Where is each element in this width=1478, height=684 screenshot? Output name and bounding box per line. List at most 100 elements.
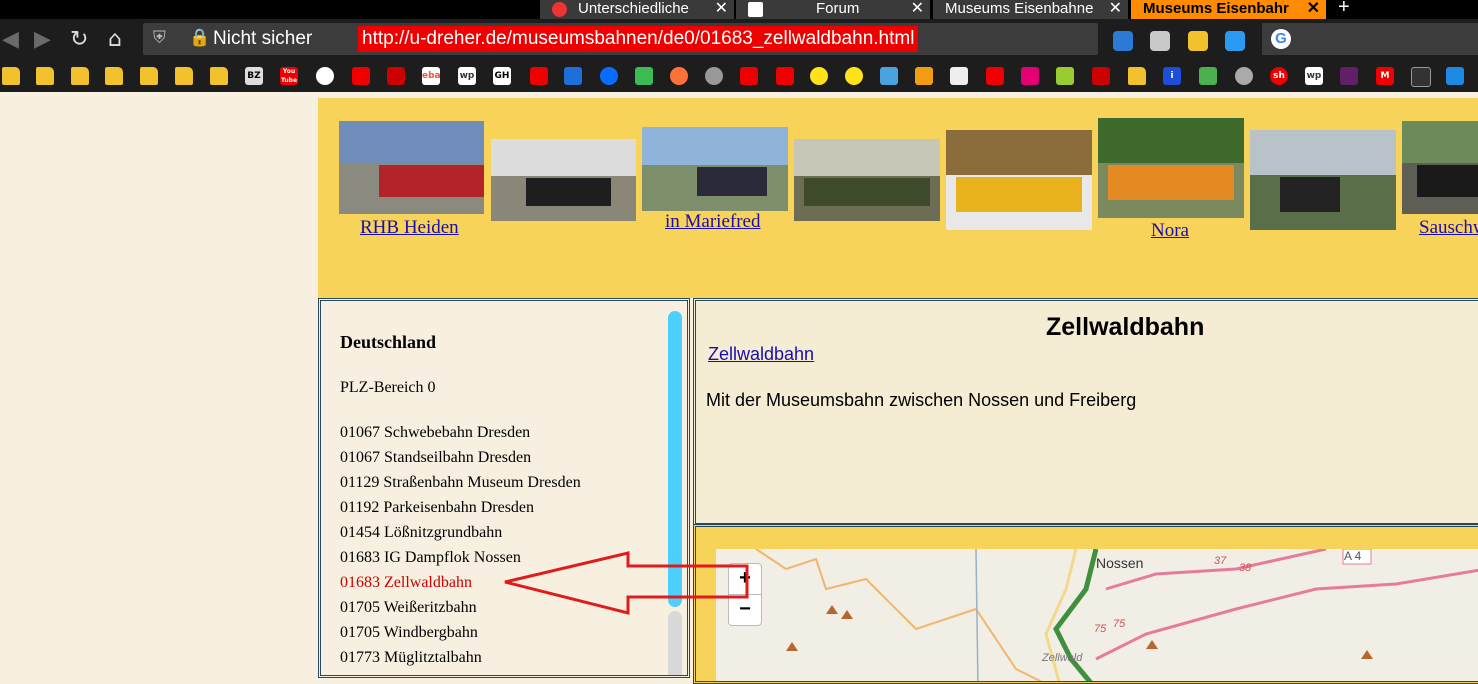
- bz-bookmark-icon[interactable]: BZ: [245, 67, 263, 85]
- folder-blue-icon[interactable]: [1225, 31, 1245, 51]
- map-label-75b: 75: [1113, 618, 1126, 630]
- wp-bookmark-icon[interactable]: wp: [1305, 67, 1323, 85]
- extension-icon-1[interactable]: [1113, 31, 1133, 51]
- reload-icon[interactable]: ↻: [70, 27, 88, 53]
- extension-icon-2[interactable]: [1150, 31, 1170, 51]
- figures-bookmark-icon[interactable]: [1092, 67, 1110, 85]
- search-box[interactable]: G: [1262, 23, 1478, 55]
- sidebar-item-windbergbahn[interactable]: 01705 Windbergbahn: [340, 624, 478, 642]
- map-zoom-out-button[interactable]: −: [728, 594, 762, 626]
- diamond-bookmark-icon[interactable]: [1056, 67, 1074, 85]
- tab-forum[interactable]: Forum ✕: [736, 0, 931, 19]
- smiley-bookmark-icon[interactable]: [845, 67, 863, 85]
- forward-arrow-icon[interactable]: ▶: [34, 27, 51, 53]
- bookmark-folder-icon[interactable]: [2, 67, 20, 85]
- w3-bookmark-icon[interactable]: [1199, 67, 1217, 85]
- folder-icon[interactable]: [1188, 31, 1208, 51]
- banner-link-nora[interactable]: Nora: [1151, 220, 1189, 242]
- banner-photo-sauschwaenzle[interactable]: [1402, 121, 1478, 214]
- close-icon[interactable]: ✕: [1109, 0, 1122, 17]
- globe-bookmark-icon[interactable]: [1235, 67, 1253, 85]
- pen-bookmark-icon[interactable]: [1411, 67, 1431, 87]
- tab-title: Museums Eisenbahr: [1143, 0, 1289, 17]
- banner-link-sauschwaenzle[interactable]: Sauschw: [1419, 217, 1478, 239]
- sidebar-item-zellwaldbahn[interactable]: 01683 Zellwaldbahn: [340, 574, 472, 592]
- banner-photo-tram[interactable]: [946, 130, 1092, 230]
- close-icon[interactable]: ✕: [715, 0, 728, 17]
- news-bookmark-icon[interactable]: [387, 67, 405, 85]
- tab-museums-active[interactable]: Museums Eisenbahr ✕: [1131, 0, 1327, 19]
- bookmark-folder-icon[interactable]: [175, 67, 193, 85]
- sidebar-frame[interactable]: Deutschland PLZ-Bereich 0 01067 Schwebeb…: [318, 298, 690, 678]
- disc-bookmark-icon[interactable]: [705, 67, 723, 85]
- banner-photo-green-loco[interactable]: [794, 139, 940, 221]
- bookmark-folder-icon[interactable]: [1128, 67, 1146, 85]
- arrow-bookmark-icon[interactable]: [776, 67, 794, 85]
- map-label-37: 37: [1214, 555, 1227, 567]
- close-icon[interactable]: ✕: [911, 0, 924, 17]
- x-bookmark-icon[interactable]: [352, 67, 370, 85]
- banner-photo-mariefred[interactable]: [642, 127, 788, 211]
- address-bar[interactable]: ⛨ 🔒 Nicht sicher http://u-dreher.de/muse…: [143, 23, 1098, 55]
- c-bookmark-icon[interactable]: [986, 67, 1004, 85]
- gh-bookmark-icon[interactable]: GH: [493, 67, 511, 85]
- tab-museums-1[interactable]: Museums Eisenbahne ✕: [933, 0, 1129, 19]
- sparkasse-bookmark-icon[interactable]: [530, 67, 548, 85]
- google-icon: G: [1271, 29, 1291, 49]
- grid-bookmark-icon[interactable]: [635, 67, 653, 85]
- banner-link-rhb-heiden[interactable]: RHB Heiden: [360, 217, 459, 239]
- banner-photo-heiden[interactable]: [339, 121, 484, 214]
- bookmarks-bar: BZ You Tube ebay wp GH i sh wp M: [0, 62, 1478, 92]
- new-tab-button[interactable]: +: [1338, 0, 1350, 19]
- banner-photo-smoke[interactable]: [1250, 130, 1396, 230]
- cf-bookmark-icon[interactable]: [740, 67, 758, 85]
- bookmark-folder-icon[interactable]: [71, 67, 89, 85]
- rocket-bookmark-icon[interactable]: [600, 67, 618, 85]
- note-bookmark-icon[interactable]: [950, 67, 968, 85]
- bookmark-folder-icon[interactable]: [36, 67, 54, 85]
- sidebar-item-ig-dampflok-nossen[interactable]: 01683 IG Dampflok Nossen: [340, 549, 521, 567]
- info-bookmark-icon[interactable]: i: [1163, 67, 1181, 85]
- sh-bookmark-icon[interactable]: sh: [1270, 67, 1288, 85]
- sidebar-scrollbar-thumb[interactable]: [668, 311, 682, 607]
- plane-bookmark-icon[interactable]: [915, 67, 933, 85]
- map-zoom-in-button[interactable]: +: [728, 563, 762, 595]
- back-arrow-icon[interactable]: ◀: [2, 27, 19, 53]
- sidebar-item-standseilbahn[interactable]: 01067 Standseilbahn Dresden: [340, 449, 531, 467]
- banner-photo-nora[interactable]: [1098, 118, 1244, 218]
- bookmark-folder-icon[interactable]: [210, 67, 228, 85]
- notes-bookmark-icon[interactable]: [1446, 67, 1464, 85]
- shield-icon[interactable]: ⛨: [153, 28, 166, 48]
- monitor-bookmark-icon[interactable]: [564, 67, 582, 85]
- sidebar-item-strassenbahn-museum[interactable]: 01129 Straßenbahn Museum Dresden: [340, 474, 581, 492]
- close-icon[interactable]: ✕: [1307, 0, 1320, 17]
- sidebar-item-loessnitzgrundbahn[interactable]: 01454 Lößnitzgrundbahn: [340, 524, 502, 542]
- map-view[interactable]: Nossen A 4 37 38 75 75 Zellwald + −: [716, 549, 1478, 681]
- sidebar-item-schwebebahn[interactable]: 01067 Schwebebahn Dresden: [340, 424, 530, 442]
- slack-bookmark-icon[interactable]: [1340, 67, 1358, 85]
- banner-link-mariefred[interactable]: in Mariefred: [665, 211, 760, 233]
- sidebar-item-parkeisenbahn[interactable]: 01192 Parkeisenbahn Dresden: [340, 499, 534, 517]
- at-bookmark-icon[interactable]: [316, 67, 334, 85]
- url-text[interactable]: http://u-dreher.de/museumsbahnen/de0/016…: [358, 26, 919, 52]
- sidebar-scrollbar-track[interactable]: [668, 611, 682, 675]
- photo-bookmark-icon[interactable]: [880, 67, 898, 85]
- banner-photo-steam-shed[interactable]: [491, 139, 636, 221]
- sidebar-item-mueglitztalbahn[interactable]: 01773 Müglitztalbahn: [340, 649, 482, 667]
- ebay-bookmark-icon[interactable]: ebay: [422, 67, 440, 85]
- zellwaldbahn-link[interactable]: Zellwaldbahn: [708, 344, 814, 365]
- security-label[interactable]: Nicht sicher: [213, 26, 312, 52]
- sidebar-item-weisseritzbahn[interactable]: 01705 Weißeritzbahn: [340, 599, 477, 617]
- wp-bookmark-icon[interactable]: wp: [458, 67, 476, 85]
- insecure-lock-icon: 🔒: [189, 28, 211, 48]
- telekom-bookmark-icon[interactable]: [1021, 67, 1039, 85]
- smiley-bookmark-icon[interactable]: [810, 67, 828, 85]
- page-title: Zellwaldbahn: [1046, 313, 1205, 341]
- bookmark-folder-icon[interactable]: [140, 67, 158, 85]
- m-bookmark-icon[interactable]: M: [1376, 67, 1394, 85]
- home-icon[interactable]: ⌂: [108, 27, 122, 53]
- firefox-bookmark-icon[interactable]: [670, 67, 688, 85]
- youtube-bookmark-icon[interactable]: You Tube: [280, 67, 298, 85]
- tab-unterschiedliche[interactable]: Unterschiedliche ✕: [540, 0, 735, 19]
- bookmark-folder-icon[interactable]: [105, 67, 123, 85]
